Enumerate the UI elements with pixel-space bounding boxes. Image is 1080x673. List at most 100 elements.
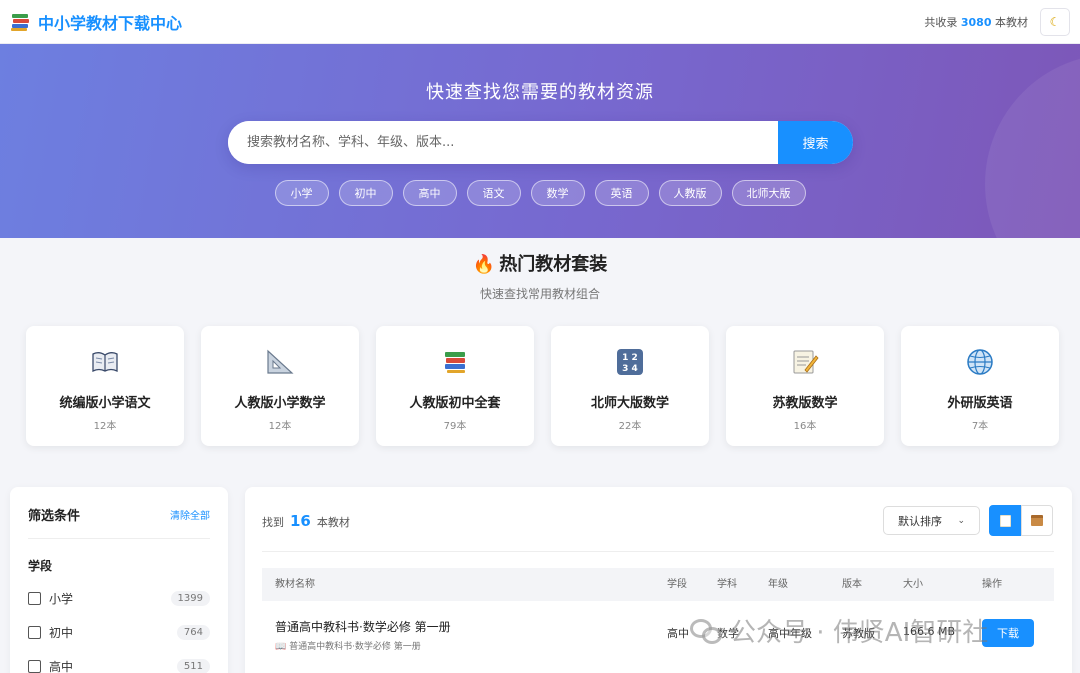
results-panel: 找到 16 本教材 默认排序 ⌄ 教材名称 学段 学科 年级 版本 大小 操作 …: [245, 487, 1072, 673]
filter-title: 筛选条件: [28, 509, 81, 524]
quick-tags: 小学 初中 高中 语文 数学 英语 人教版 北师大版: [0, 180, 1080, 206]
site-title: 中小学教材下载中心: [38, 13, 183, 33]
fire-icon: 🔥: [472, 254, 496, 275]
option-count: 764: [176, 624, 210, 640]
hot-card[interactable]: 外研版英语 7本: [901, 326, 1059, 446]
numbers-icon: 1 23 4: [616, 348, 644, 376]
card-title: 人教版小学数学: [234, 396, 326, 411]
column-header: 大小: [903, 579, 923, 590]
hot-card[interactable]: 人教版初中全套 79本: [376, 326, 534, 446]
triangle-ruler-icon: [266, 348, 294, 376]
filter-option-junior[interactable]: 初中 764: [28, 622, 210, 642]
tag-junior[interactable]: 初中: [338, 180, 393, 206]
option-count: 1399: [170, 590, 210, 606]
cell-grade: 高中年级: [768, 627, 812, 640]
search-button[interactable]: 搜索: [778, 121, 853, 164]
found-count: 16: [290, 512, 311, 530]
hot-card[interactable]: 人教版小学数学 12本: [201, 326, 359, 446]
found-suffix: 本教材: [316, 516, 350, 529]
tag-pep[interactable]: 人教版: [658, 180, 722, 206]
search-bar: 搜索: [228, 121, 853, 164]
count-prefix: 共收录: [924, 15, 958, 29]
results-count: 找到 16 本教材: [262, 512, 350, 530]
tag-math[interactable]: 数学: [530, 180, 585, 206]
card-title: 北师大版数学: [590, 396, 669, 411]
package-icon: [1031, 515, 1043, 526]
divider: [28, 538, 210, 539]
view-toggle: [989, 505, 1053, 536]
column-header: 操作: [982, 579, 1002, 590]
clear-all-link[interactable]: 清除全部: [170, 507, 210, 522]
card-title: 统编版小学语文: [59, 396, 151, 411]
search-input[interactable]: [228, 121, 778, 164]
filter-group-title: 学段: [28, 559, 53, 573]
filter-option-primary[interactable]: 小学 1399: [28, 588, 210, 608]
svg-text:3 4: 3 4: [622, 364, 638, 374]
card-count: 12本: [268, 421, 292, 432]
hot-title-text: 热门教材套装: [499, 254, 608, 275]
list-view-button[interactable]: [989, 505, 1021, 536]
hero-banner: 快速查找您需要的教材资源 搜索 小学 初中 高中 语文 数学 英语 人教版 北师…: [0, 44, 1080, 238]
books-icon: [441, 348, 469, 376]
hot-section-subtitle: 快速查找常用教材组合: [479, 287, 600, 301]
sort-value: 默认排序: [898, 514, 942, 528]
card-count: 22本: [618, 421, 642, 432]
open-book-icon: [91, 348, 119, 376]
card-count: 12本: [93, 421, 117, 432]
tag-english[interactable]: 英语: [594, 180, 649, 206]
option-label: 高中: [49, 659, 74, 673]
book-name[interactable]: 普通高中教科书·数学必修 第一册: [275, 618, 451, 635]
checkbox[interactable]: [28, 625, 41, 639]
divider: [262, 551, 1054, 552]
option-label: 小学: [49, 591, 74, 606]
checkbox[interactable]: [28, 591, 41, 605]
filter-panel: 筛选条件 清除全部 学段 小学 1399 初中 764 高中 511: [10, 487, 228, 673]
count-suffix: 本教材: [995, 15, 1028, 29]
column-header: 学段: [667, 579, 687, 590]
card-title: 人教版初中全套: [409, 396, 501, 411]
found-prefix: 找到: [262, 516, 284, 529]
checkbox[interactable]: [28, 659, 41, 673]
column-header: 年级: [768, 579, 788, 590]
logo[interactable]: 中小学教材下载中心: [10, 10, 182, 34]
hero-title: 快速查找您需要的教材资源: [426, 82, 654, 103]
tag-chinese[interactable]: 语文: [466, 180, 521, 206]
hot-card[interactable]: 统编版小学语文 12本: [26, 326, 184, 446]
tag-senior[interactable]: 高中: [402, 180, 457, 206]
tag-primary[interactable]: 小学: [274, 180, 329, 206]
option-count: 511: [176, 658, 210, 673]
theme-toggle-button[interactable]: ☾: [1040, 7, 1070, 36]
svg-text:1 2: 1 2: [622, 353, 638, 363]
download-button[interactable]: 下载: [982, 619, 1034, 647]
card-title: 苏教版数学: [772, 396, 838, 411]
option-label: 初中: [49, 625, 74, 640]
column-header: 教材名称: [275, 579, 315, 590]
tag-bnu[interactable]: 北师大版: [731, 180, 806, 206]
card-count: 79本: [443, 421, 467, 432]
book-subtitle: 📖 普通高中教科书·数学必修 第一册: [275, 642, 421, 652]
hot-card[interactable]: 1 23 4 北师大版数学 22本: [551, 326, 709, 446]
total-count: 共收录 3080 本教材: [924, 14, 1028, 30]
cell-stage: 高中: [667, 627, 689, 640]
memo-icon: [791, 348, 819, 376]
moon-icon: ☾: [1049, 14, 1061, 29]
table-row[interactable]: 普通高中教科书·数学必修 第一册 📖 普通高中教科书·数学必修 第一册 高中 数…: [262, 601, 1054, 665]
cell-size: 166.6 MB: [903, 625, 956, 638]
hot-cards: 统编版小学语文 12本 人教版小学数学 12本 人教版初中全套 79本 1 23…: [26, 326, 1059, 446]
top-bar: 中小学教材下载中心 共收录 3080 本教材 ☾: [0, 0, 1080, 44]
filter-option-senior[interactable]: 高中 511: [28, 656, 210, 673]
card-count: 16本: [793, 421, 817, 432]
card-count: 7本: [971, 421, 989, 432]
card-title: 外研版英语: [947, 396, 1013, 411]
column-header: 学科: [717, 579, 737, 590]
sort-select[interactable]: 默认排序 ⌄: [883, 506, 980, 535]
chevron-down-icon: ⌄: [957, 515, 965, 526]
hot-card[interactable]: 苏教版数学 16本: [726, 326, 884, 446]
clipboard-icon: [999, 514, 1011, 527]
table-header: 教材名称 学段 学科 年级 版本 大小 操作: [262, 568, 1054, 601]
package-view-button[interactable]: [1021, 505, 1053, 536]
globe-icon: [966, 348, 994, 376]
count-value: 3080: [960, 15, 992, 29]
cell-subject: 数学: [717, 627, 739, 640]
hot-section-title: 🔥 热门教材套装: [0, 250, 1080, 276]
